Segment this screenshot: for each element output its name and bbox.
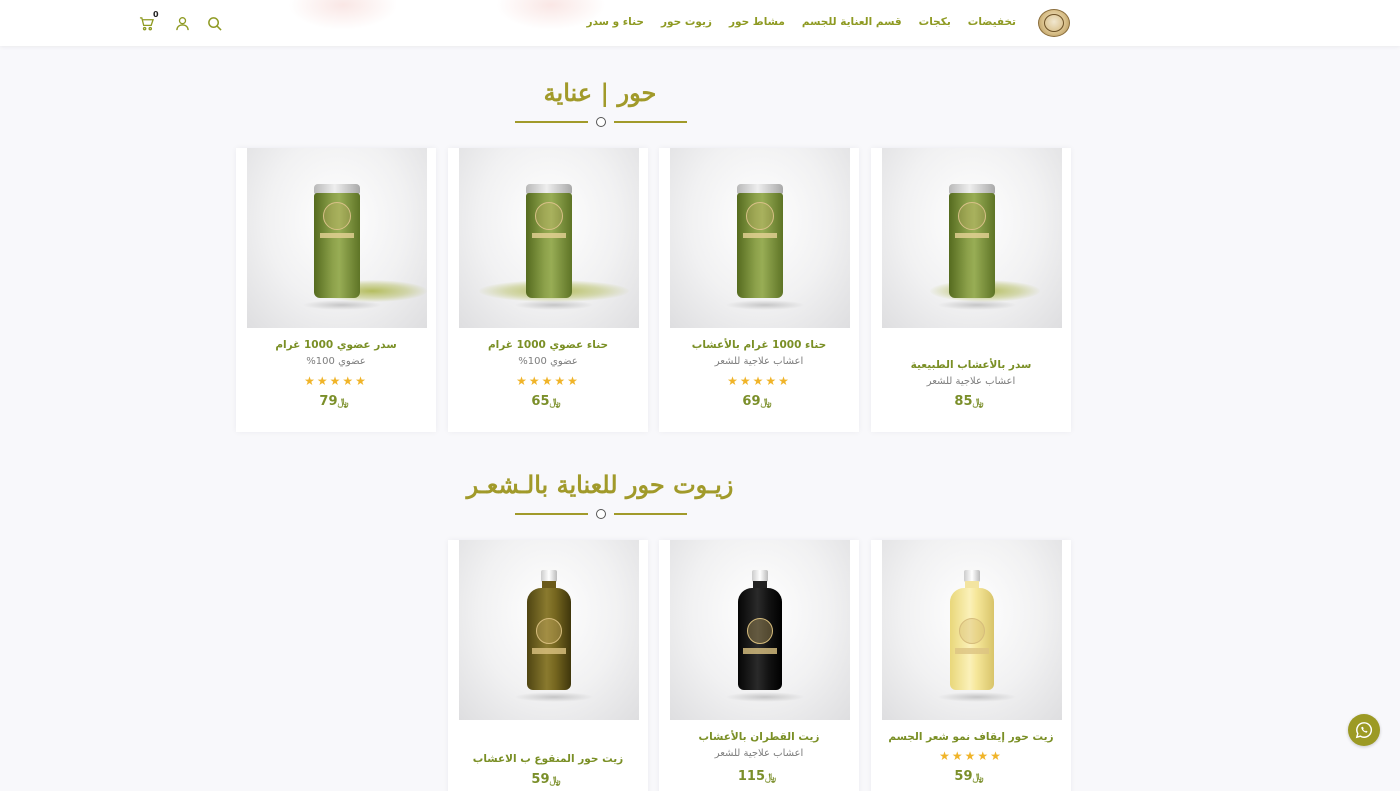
- product-price: 85﷼: [871, 394, 1071, 411]
- product-card[interactable]: زيت القطران بالأعشاب اعشاب علاجية للشعر …: [659, 540, 859, 791]
- product-name[interactable]: زيت حور إيقاف نمو شعر الجسم: [871, 730, 1071, 744]
- rating-stars: ★★★★★: [727, 374, 791, 388]
- product-price: 65﷼: [448, 394, 648, 411]
- product-name[interactable]: سدر بالأعشاب الطبيعية: [871, 358, 1071, 372]
- price-value: 59: [954, 769, 973, 784]
- product-image[interactable]: [459, 148, 639, 328]
- rating-stars: ★★★★★: [939, 749, 1003, 763]
- product-subtitle: عضوي 100%: [518, 356, 578, 367]
- product-name[interactable]: زيت القطران بالأعشاب: [659, 730, 859, 744]
- product-name[interactable]: حناء عضوي 1000 غرام: [448, 338, 648, 352]
- section-title-care: حور | عناية: [543, 78, 657, 107]
- product-image[interactable]: [247, 148, 427, 328]
- brand-logo[interactable]: [1038, 9, 1070, 37]
- price-value: 69: [742, 394, 761, 409]
- cart-icon[interactable]: [138, 15, 154, 31]
- currency-symbol: ﷼: [549, 775, 561, 786]
- nav-combs[interactable]: مشاط حور: [729, 16, 785, 28]
- product-image[interactable]: [670, 540, 850, 720]
- product-name[interactable]: سدر عضوي 1000 غرام: [236, 338, 436, 352]
- user-icon[interactable]: [174, 15, 190, 31]
- rating-stars: ★★★★★: [516, 374, 580, 388]
- price-value: 65: [531, 394, 550, 409]
- product-price: 59﷼: [871, 769, 1071, 786]
- nav-packages[interactable]: بكجات: [919, 16, 951, 28]
- currency-symbol: ﷼: [972, 397, 984, 408]
- product-image[interactable]: [882, 148, 1062, 328]
- product-price: 69﷼: [659, 394, 859, 411]
- rating-stars: ★★★★★: [304, 374, 368, 388]
- product-name[interactable]: حناء 1000 غرام بالأعشاب: [659, 338, 859, 352]
- nav-body-care[interactable]: قسم العناية للجسم: [802, 16, 902, 28]
- product-price: 79﷼: [236, 394, 436, 411]
- section-divider: [515, 116, 687, 128]
- product-price: 59﷼: [448, 772, 648, 789]
- currency-symbol: ﷼: [337, 397, 349, 408]
- product-card[interactable]: حناء عضوي 1000 غرام عضوي 100% ★★★★★ 65﷼: [448, 148, 648, 432]
- section-divider: [515, 508, 687, 520]
- product-subtitle: عضوي 100%: [306, 356, 366, 367]
- product-subtitle: اعشاب علاجية للشعر: [926, 376, 1016, 387]
- whatsapp-button[interactable]: [1348, 714, 1380, 746]
- main-nav: حناء و سدر زيوت حور مشاط حور قسم العناية…: [587, 16, 1016, 28]
- product-card[interactable]: سدر عضوي 1000 غرام عضوي 100% ★★★★★ 79﷼: [236, 148, 436, 432]
- search-icon[interactable]: [206, 15, 222, 31]
- product-card[interactable]: زيت حور المنقوع ب الاعشاب 59﷼: [448, 540, 648, 791]
- whatsapp-icon: [1355, 722, 1373, 739]
- header-decoration: [288, 0, 398, 30]
- product-image[interactable]: [882, 540, 1062, 720]
- price-value: 115: [737, 769, 766, 784]
- currency-symbol: ﷼: [972, 772, 984, 783]
- price-value: 79: [319, 394, 338, 409]
- product-image[interactable]: [670, 148, 850, 328]
- product-price: 115﷼: [659, 769, 859, 786]
- currency-symbol: ﷼: [765, 772, 777, 783]
- product-card[interactable]: حناء 1000 غرام بالأعشاب اعشاب علاجية للش…: [659, 148, 859, 432]
- price-value: 59: [531, 772, 550, 787]
- nav-oils[interactable]: زيوت حور: [661, 16, 712, 28]
- product-name[interactable]: زيت حور المنقوع ب الاعشاب: [448, 752, 648, 766]
- nav-discounts[interactable]: تخفيضات: [968, 16, 1016, 28]
- product-card[interactable]: زيت حور إيقاف نمو شعر الجسم ★★★★★ 59﷼: [871, 540, 1071, 791]
- nav-henna-sidr[interactable]: حناء و سدر: [587, 16, 644, 28]
- logo-mark: [1044, 14, 1064, 32]
- currency-symbol: ﷼: [760, 397, 772, 408]
- price-value: 85: [954, 394, 973, 409]
- section-title-oils: زيـوت حور للعناية بالـشعـر: [466, 470, 734, 499]
- cart-count-badge: 0: [153, 10, 159, 19]
- product-image[interactable]: [459, 540, 639, 720]
- product-subtitle: اعشاب علاجية للشعر: [714, 748, 804, 759]
- product-card[interactable]: سدر بالأعشاب الطبيعية اعشاب علاجية للشعر…: [871, 148, 1071, 432]
- currency-symbol: ﷼: [549, 397, 561, 408]
- site-header: 0 حناء و سدر زيوت حور مشاط حور قسم العنا…: [0, 0, 1400, 46]
- product-subtitle: اعشاب علاجية للشعر: [714, 356, 804, 367]
